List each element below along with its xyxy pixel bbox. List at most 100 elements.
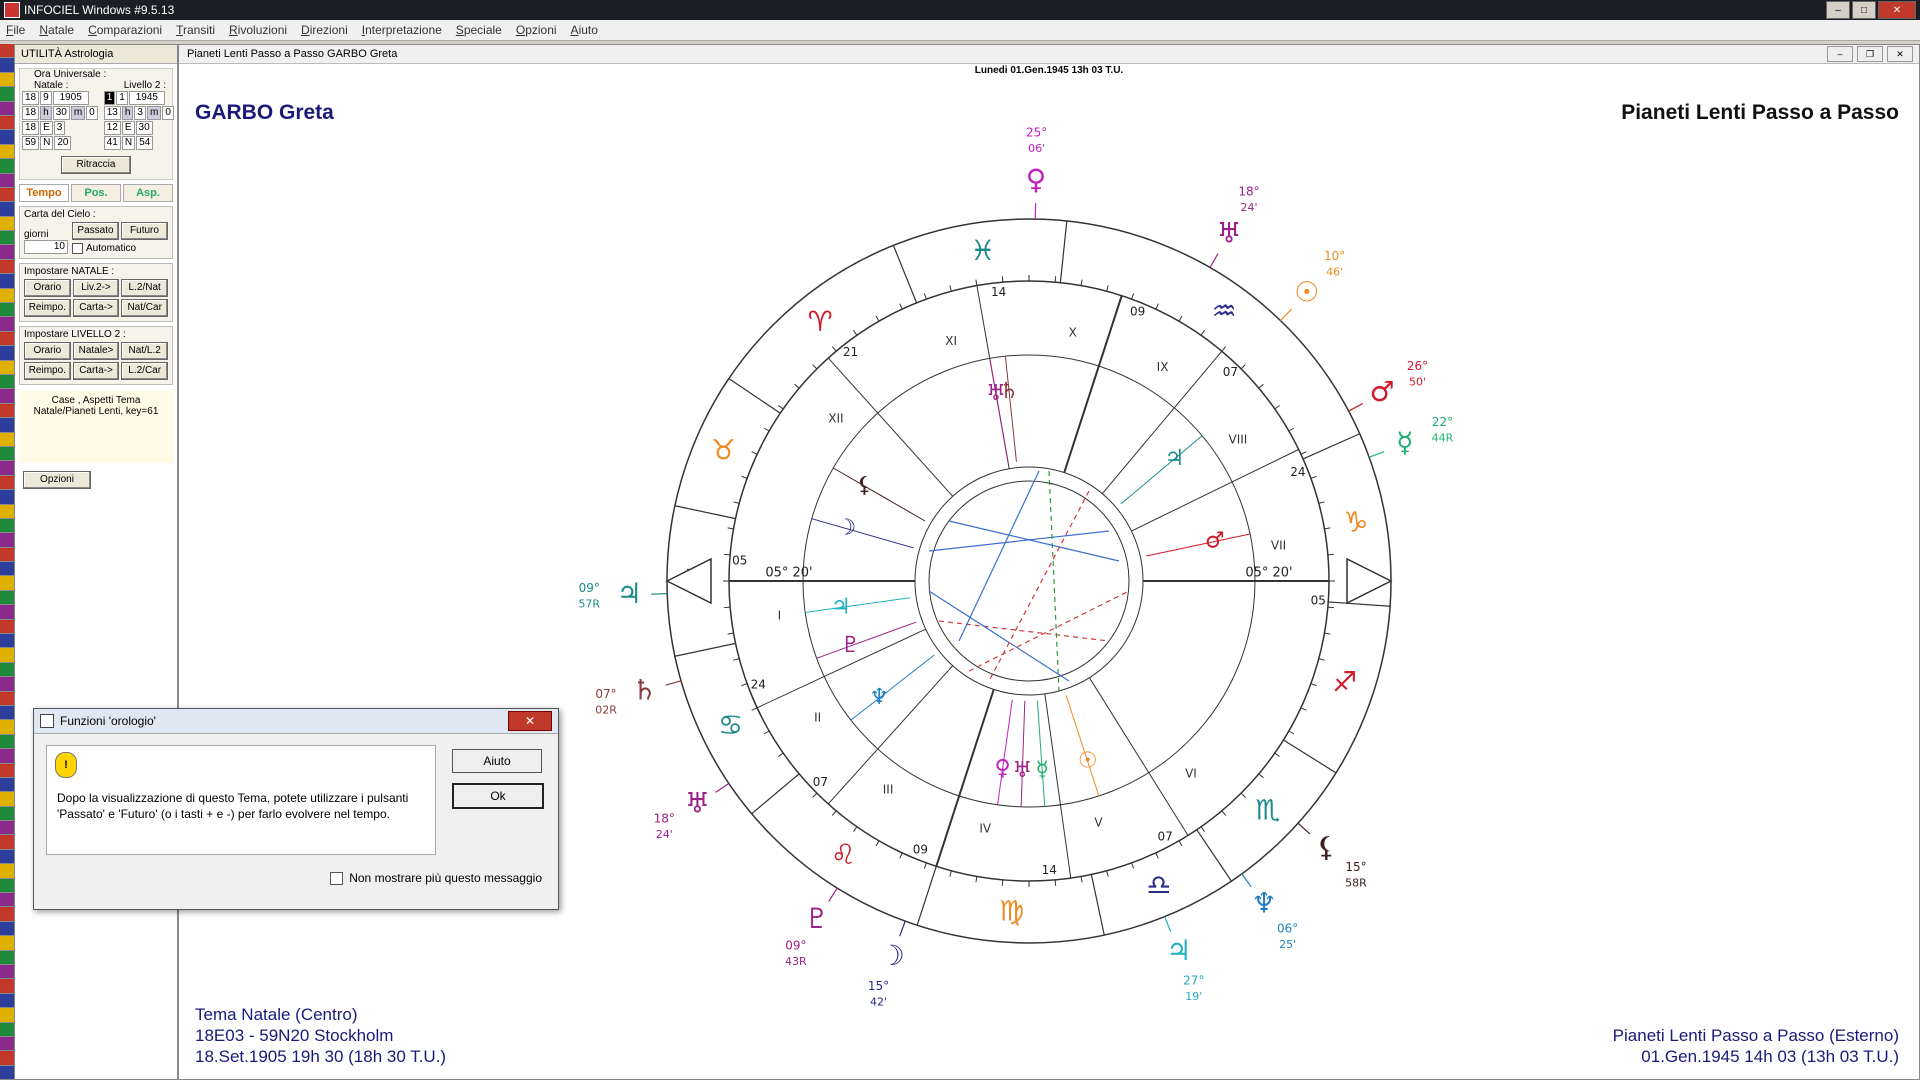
natale-year[interactable]: 1905 bbox=[52, 91, 89, 105]
outer-planet-minute: 25' bbox=[1279, 938, 1296, 951]
liv2-l2car-button[interactable]: L.2/Car bbox=[121, 362, 169, 380]
tab-pos[interactable]: Pos. bbox=[71, 184, 121, 202]
degree-tick bbox=[949, 285, 952, 292]
degree-tick bbox=[1318, 501, 1325, 504]
menu-rivoluzioni[interactable]: Rivoluzioni bbox=[229, 23, 287, 37]
color-swatch bbox=[0, 677, 14, 692]
liv2-h: h bbox=[121, 106, 134, 120]
carta-cielo-label: Carta del Cielo : bbox=[24, 209, 96, 220]
natale-lat-deg[interactable]: 59 bbox=[22, 136, 40, 150]
color-swatch bbox=[0, 87, 14, 102]
natale-lat-min[interactable]: 20 bbox=[54, 136, 72, 150]
astro-wheel: ♓♈♉♊♋♌♍♎♏♐♑♒I05II24III07IV09V14VI07VII05… bbox=[578, 126, 1453, 1009]
opzioni-button[interactable]: Opzioni bbox=[23, 471, 91, 489]
degree-tick bbox=[1155, 303, 1159, 310]
menu-file[interactable]: File bbox=[6, 23, 25, 37]
nat-natcar-button[interactable]: Nat/Car bbox=[121, 299, 169, 317]
menu-comparazioni[interactable]: Comparazioni bbox=[88, 23, 162, 37]
natale-lon-deg[interactable]: 18 bbox=[22, 121, 40, 135]
ritraccia-button[interactable]: Ritraccia bbox=[61, 156, 131, 174]
ascendant-label: 05° 20' bbox=[765, 566, 812, 581]
liv2-lat-deg[interactable]: 41 bbox=[103, 136, 121, 150]
outer-planet-minute: 24' bbox=[1240, 201, 1257, 214]
nat-orario-button[interactable]: Orario bbox=[24, 279, 71, 297]
menu-natale[interactable]: Natale bbox=[39, 23, 74, 37]
color-swatch bbox=[0, 965, 14, 980]
color-swatch bbox=[0, 1051, 14, 1066]
degree-tick bbox=[727, 527, 734, 530]
menu-interpretazione[interactable]: Interpretazione bbox=[362, 23, 442, 37]
menu-direzioni[interactable]: Direzioni bbox=[301, 23, 348, 37]
zodiac-sign-glyph: ♏ bbox=[1255, 794, 1280, 827]
degree-tick bbox=[1310, 475, 1317, 479]
outer-planet-glyph: ☽ bbox=[880, 939, 905, 972]
tab-asp[interactable]: Asp. bbox=[123, 184, 173, 202]
liv2-lat-dir[interactable]: N bbox=[121, 136, 136, 150]
wheel-ring bbox=[914, 466, 1144, 696]
color-swatch bbox=[0, 734, 14, 750]
liv2-lat-min[interactable]: 54 bbox=[136, 136, 154, 150]
natale-min[interactable]: 30 bbox=[52, 106, 70, 120]
liv2-lon-dir[interactable]: E bbox=[121, 121, 135, 135]
liv2-lon-min[interactable]: 30 bbox=[135, 121, 153, 135]
dialog-close-button[interactable]: ✕ bbox=[508, 711, 552, 731]
aspect-line bbox=[958, 470, 1040, 642]
liv2-orario-button[interactable]: Orario bbox=[24, 342, 71, 360]
natale-hour[interactable]: 18 bbox=[22, 106, 40, 120]
outer-planet-degree: 06° bbox=[1277, 921, 1298, 935]
liv2-hour[interactable]: 13 bbox=[103, 106, 121, 120]
color-swatch bbox=[0, 562, 14, 577]
liv2-month[interactable]: 1 bbox=[116, 91, 128, 105]
color-swatch bbox=[0, 389, 14, 404]
minimize-button[interactable]: – bbox=[1826, 1, 1850, 19]
tab-tempo[interactable]: Tempo bbox=[19, 184, 69, 202]
natale-lat-dir[interactable]: N bbox=[40, 136, 54, 150]
color-swatch bbox=[0, 130, 14, 145]
menu-aiuto[interactable]: Aiuto bbox=[571, 23, 598, 37]
giorni-input[interactable]: 10 bbox=[24, 240, 68, 254]
sign-divider bbox=[751, 773, 800, 815]
natal-planet-line bbox=[805, 597, 911, 613]
nat-carta-button[interactable]: Carta-> bbox=[72, 299, 120, 317]
nat-liv2-button[interactable]: Liv.2-> bbox=[72, 279, 120, 297]
futuro-button[interactable]: Futuro bbox=[121, 222, 168, 240]
color-swatch bbox=[0, 835, 14, 850]
automatico-checkbox[interactable] bbox=[72, 243, 83, 254]
liv2-natl2-button[interactable]: Nat/L.2 bbox=[121, 342, 169, 360]
degree-tick bbox=[1240, 364, 1246, 370]
color-swatch bbox=[0, 159, 14, 174]
color-swatch bbox=[0, 259, 14, 275]
aspect-line bbox=[928, 590, 1070, 682]
liv2-sec[interactable]: 0 bbox=[162, 106, 174, 120]
liv2-year[interactable]: 1945 bbox=[128, 91, 165, 105]
natale-day[interactable]: 18 bbox=[22, 91, 40, 105]
natale-lon-dir[interactable]: E bbox=[40, 121, 53, 135]
outer-planet-minute: 19' bbox=[1185, 990, 1202, 1003]
liv2-min[interactable]: 3 bbox=[134, 106, 146, 120]
color-strip bbox=[0, 44, 14, 1080]
nat-l2nat-button[interactable]: L.2/Nat bbox=[121, 279, 169, 297]
liv2-natale-button[interactable]: Natale> bbox=[72, 342, 120, 360]
maximize-button[interactable]: □ bbox=[1852, 1, 1876, 19]
menu-opzioni[interactable]: Opzioni bbox=[516, 23, 557, 37]
color-swatch bbox=[0, 936, 14, 951]
menu-transiti[interactable]: Transiti bbox=[176, 23, 215, 37]
color-swatch bbox=[0, 878, 14, 894]
dont-show-checkbox[interactable] bbox=[330, 871, 344, 885]
liv2-carta-button[interactable]: Carta-> bbox=[72, 362, 120, 380]
time-inputs: Ora Universale : Natale : Livello 2 : 18… bbox=[19, 68, 174, 180]
natale-lon-min[interactable]: 3 bbox=[53, 121, 66, 135]
menu-speciale[interactable]: Speciale bbox=[456, 23, 502, 37]
impostare-natale-group: Impostare NATALE : Orario Liv.2-> L.2/Na… bbox=[19, 263, 173, 322]
liv2-lon-deg[interactable]: 12 bbox=[103, 121, 121, 135]
nat-reimpo-button[interactable]: Reimpo. bbox=[24, 299, 71, 317]
close-button[interactable]: ✕ bbox=[1878, 1, 1916, 19]
color-swatch bbox=[0, 403, 14, 419]
liv2-day[interactable]: 1 bbox=[103, 91, 116, 105]
liv2-reimpo-button[interactable]: Reimpo. bbox=[24, 362, 71, 380]
aiuto-button[interactable]: Aiuto bbox=[452, 749, 542, 773]
passato-button[interactable]: Passato bbox=[72, 222, 119, 240]
natale-month[interactable]: 9 bbox=[40, 91, 52, 105]
ok-button[interactable]: Ok bbox=[452, 783, 544, 809]
natale-sec[interactable]: 0 bbox=[86, 106, 98, 120]
